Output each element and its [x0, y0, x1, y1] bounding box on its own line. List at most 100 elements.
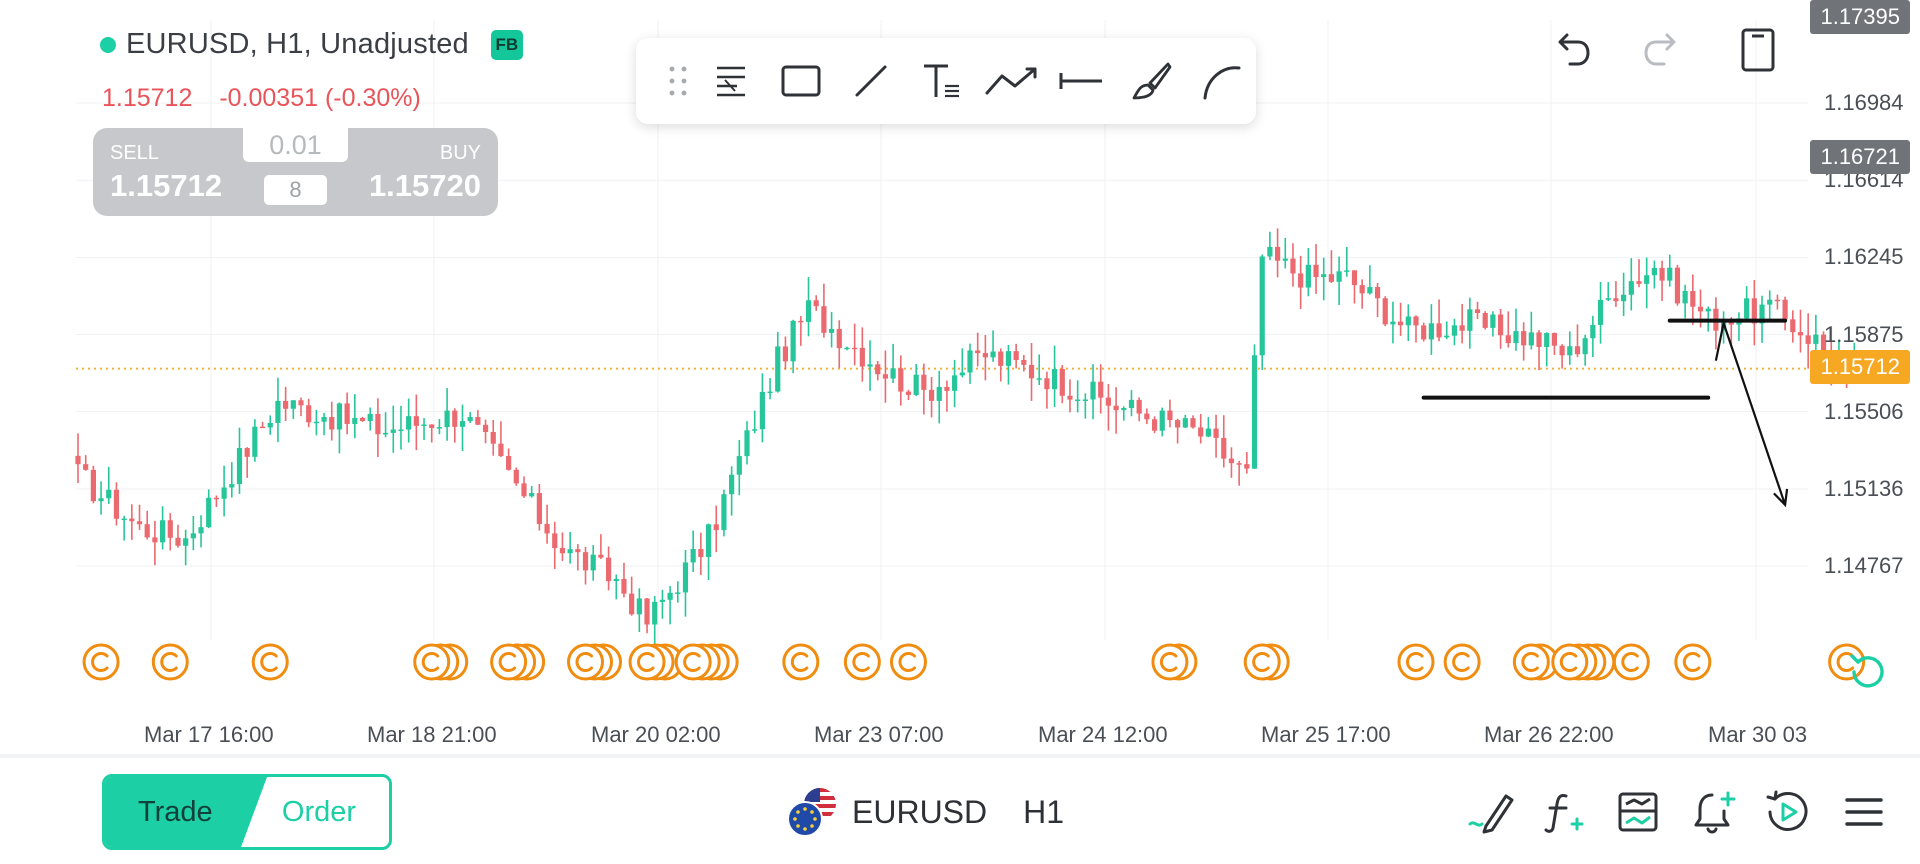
candle-body [759, 391, 765, 430]
candle [1282, 237, 1288, 269]
candle [75, 433, 81, 484]
draw-pencil-icon[interactable] [1464, 786, 1516, 838]
candle-body [1244, 464, 1250, 469]
candle [444, 388, 450, 441]
candle [1313, 244, 1319, 294]
candle [1436, 299, 1442, 342]
trade-order-toggle[interactable]: Trade Order [102, 774, 392, 850]
sell-label[interactable]: SELL [110, 142, 159, 165]
brush-icon[interactable] [1116, 51, 1186, 111]
candle [1259, 254, 1265, 370]
candle-body [1198, 427, 1204, 437]
horizontal-line-icon[interactable] [1046, 51, 1116, 111]
candle [905, 389, 912, 401]
candle [1551, 332, 1558, 355]
candle-body [1259, 256, 1265, 356]
undo-icon[interactable] [1544, 22, 1600, 78]
candle-body [1444, 335, 1450, 338]
candle-body [1267, 246, 1273, 257]
candle [1790, 310, 1796, 343]
fibonacci-icon[interactable] [696, 51, 766, 111]
buy-price-button[interactable]: 1.15720 [369, 168, 481, 204]
last-price: 1.15712 [102, 84, 193, 112]
candle [1298, 255, 1304, 310]
candle-body [1597, 299, 1604, 325]
replay-icon[interactable] [1762, 786, 1814, 838]
candle-body [106, 489, 112, 499]
candle-body [1105, 397, 1112, 406]
candle [990, 330, 996, 362]
candle [1274, 228, 1281, 278]
reset-chart-icon[interactable] [1846, 650, 1890, 694]
candle-body [436, 427, 443, 429]
rectangle-icon[interactable] [766, 51, 836, 111]
symbol-selector[interactable]: EURUSD H1 [786, 786, 1064, 838]
candle [1451, 318, 1458, 346]
candle [1351, 270, 1358, 304]
buy-label[interactable]: BUY [440, 142, 481, 165]
candle [144, 510, 150, 540]
text-icon[interactable] [906, 51, 976, 111]
candle-body [1298, 273, 1304, 288]
timeframe-label[interactable]: H1 [1023, 794, 1064, 831]
candle-body [1167, 410, 1173, 421]
candle [559, 532, 566, 561]
order-tab[interactable]: Order [239, 777, 389, 847]
event-marker-ring [82, 643, 120, 681]
candle-body [882, 374, 889, 379]
sell-price-button[interactable]: 1.15712 [110, 168, 222, 204]
candle-body [421, 424, 427, 427]
candle [1590, 315, 1596, 358]
candle [1413, 315, 1419, 343]
candle-body [329, 417, 335, 430]
candle-body [1221, 437, 1227, 459]
candle [398, 405, 404, 450]
grip-icon[interactable] [660, 51, 696, 111]
indicators-icon[interactable] [1538, 786, 1590, 838]
candle [1036, 354, 1042, 386]
candle [482, 419, 489, 444]
eu-us-flag-icon [787, 788, 836, 837]
candle-body [1474, 309, 1481, 314]
candle [828, 312, 835, 348]
candle [1398, 302, 1404, 336]
event-marker [151, 643, 189, 681]
candle [1198, 413, 1204, 444]
candle [1359, 279, 1365, 309]
candle [1305, 247, 1311, 297]
time-tick-label: Mar 24 12:00 [1038, 722, 1168, 747]
candle-body [313, 421, 319, 424]
alert-icon[interactable] [1688, 786, 1740, 838]
candle-body [1151, 419, 1158, 431]
trendline-icon[interactable] [836, 51, 906, 111]
arc-icon[interactable] [1186, 51, 1256, 111]
spread-indicator: 8 [264, 175, 327, 205]
candle-body [713, 524, 719, 531]
templates-icon[interactable] [1612, 786, 1664, 838]
candle [1421, 322, 1427, 342]
event-marker [674, 643, 739, 681]
candle-body [490, 432, 496, 444]
lot-size-input[interactable] [243, 128, 348, 162]
event-marker-ring [628, 643, 666, 681]
candle-body [336, 403, 343, 430]
candle-body [782, 346, 789, 362]
candle [1505, 311, 1511, 348]
device-layout-icon[interactable] [1730, 22, 1786, 78]
menu-icon[interactable] [1838, 786, 1890, 838]
candle [598, 534, 604, 560]
candle [882, 350, 889, 403]
drawn-arrow-path [1714, 322, 1787, 506]
candle-body [690, 548, 696, 563]
redo-icon[interactable] [1634, 22, 1690, 78]
candle-body [559, 548, 566, 554]
candle-body [521, 483, 527, 497]
candle [98, 481, 104, 515]
candle [1059, 365, 1065, 404]
symbol-header[interactable]: EURUSD, H1, Unadjusted FB [100, 28, 523, 61]
candle [267, 415, 273, 435]
candle-body [1228, 458, 1235, 464]
candle [844, 346, 850, 351]
candle-body [475, 417, 481, 425]
polyline-icon[interactable] [976, 51, 1046, 111]
